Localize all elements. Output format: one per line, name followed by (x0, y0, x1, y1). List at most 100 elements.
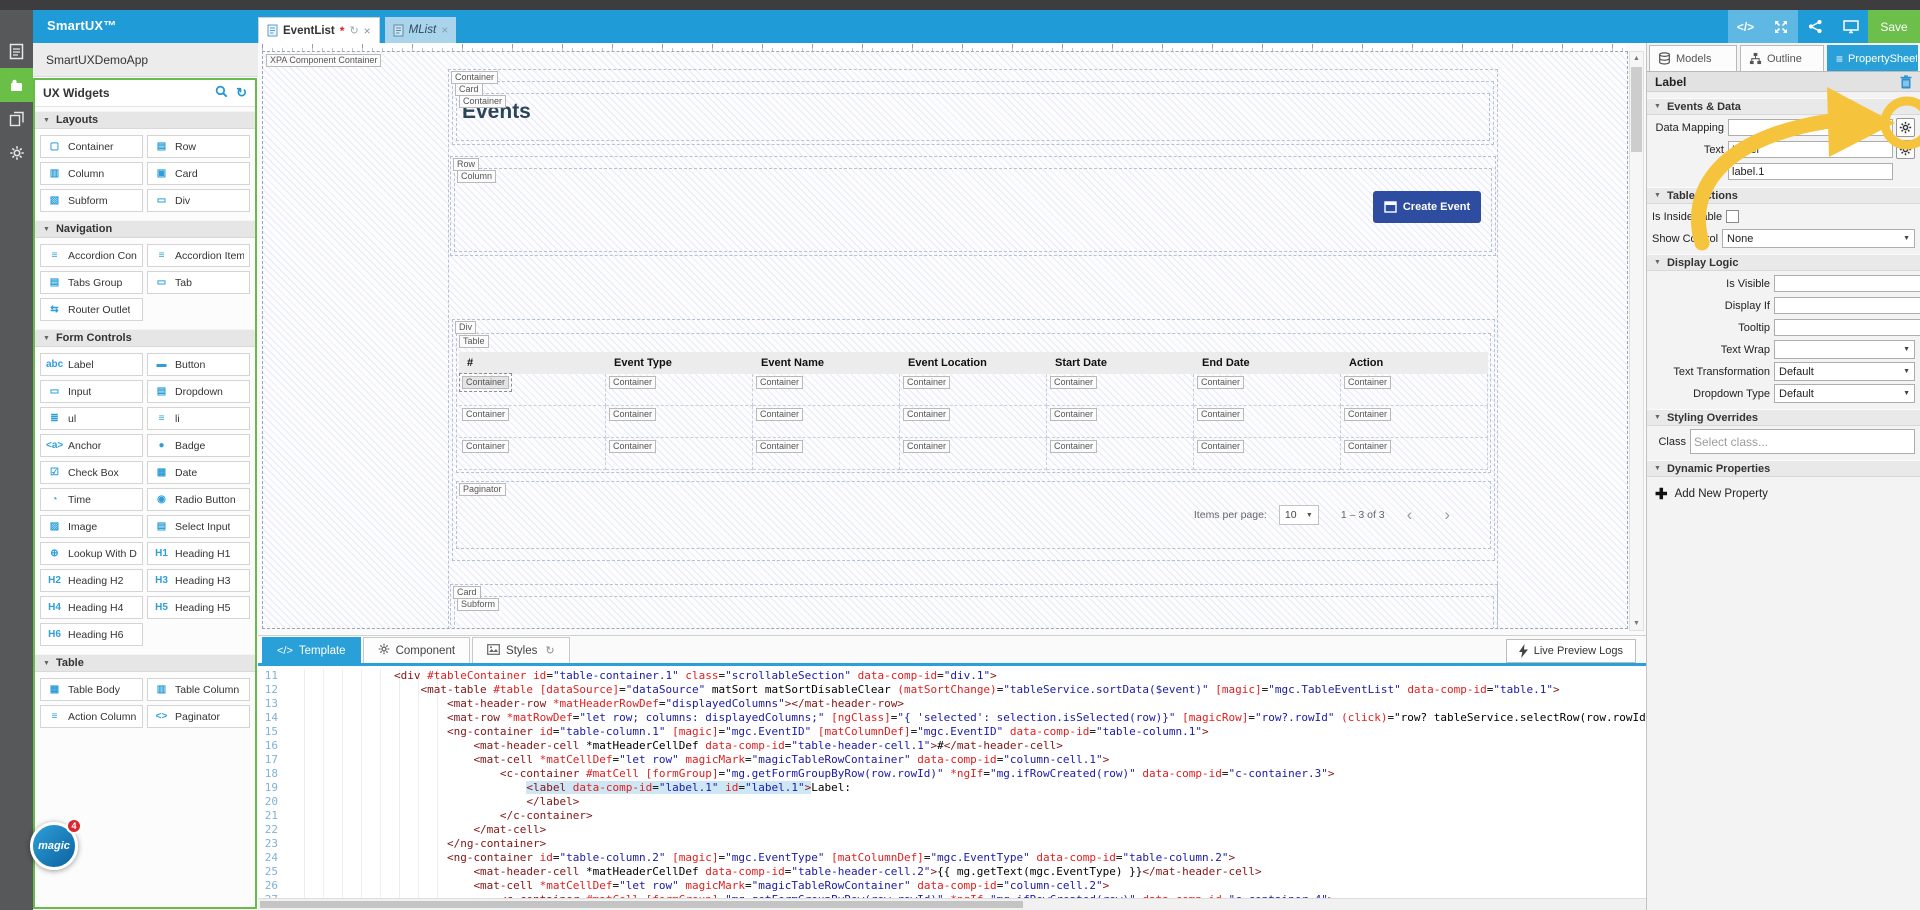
widget-container[interactable]: ▢ Container (40, 135, 143, 158)
container-chip[interactable]: Container (1197, 440, 1245, 453)
widget-heading-h5[interactable]: H5 Heading H5 (147, 596, 250, 619)
text-transformation-select[interactable]: Default ▼ (1774, 362, 1915, 381)
widget-paginator[interactable]: <> Paginator (147, 705, 250, 728)
code-line-17[interactable]: 17 <mat-cell *matCellDef="let row" magic… (258, 753, 1646, 767)
table-header-event-type[interactable]: Event Type (606, 352, 753, 374)
container-chip[interactable]: Container (609, 440, 657, 453)
container-chip[interactable]: Container (903, 376, 951, 389)
live-preview-logs-button[interactable]: Live Preview Logs (1505, 639, 1636, 663)
prop-section-dynamic-properties[interactable]: ▼ Dynamic Properties (1647, 460, 1920, 477)
subform-chip[interactable]: Subform (457, 598, 500, 611)
code-line-14[interactable]: 14 <mat-row *matRowDef="let row; columns… (258, 711, 1646, 725)
table-header-event-location[interactable]: Event Location (900, 352, 1047, 374)
widget-check-box[interactable]: ☑ Check Box (40, 461, 143, 484)
is-inside-table-checkbox[interactable] (1726, 210, 1740, 223)
scroll-down-icon[interactable]: ▼ (1630, 617, 1643, 630)
container-chip[interactable]: Container (1197, 376, 1245, 389)
settings-gear-icon[interactable] (0, 136, 33, 170)
widget-table-column[interactable]: ▥ Table Column (147, 678, 250, 701)
table-cell[interactable]: Container (1047, 438, 1194, 470)
container-chip[interactable]: Container (1197, 408, 1245, 421)
widget-date[interactable]: ▦ Date (147, 461, 250, 484)
table-box[interactable]: Table # Event Type Event Name Event Locatio… (456, 333, 1491, 473)
table-cell[interactable]: Container (1341, 374, 1488, 406)
text-gear-button[interactable] (1896, 140, 1915, 159)
inner-container-box[interactable]: Container (456, 93, 1490, 141)
add-new-property-link[interactable]: ✚ Add New Property (1647, 477, 1920, 511)
widgets-puzzle-icon[interactable] (0, 68, 33, 102)
tab-template[interactable]: </> Template (262, 637, 361, 663)
container-chip[interactable]: Container (462, 408, 510, 421)
class-input[interactable] (1690, 429, 1915, 454)
container-chip[interactable]: Container (756, 440, 804, 453)
table-cell[interactable]: Container (753, 406, 900, 438)
code-line-22[interactable]: 22 </mat-cell> (258, 823, 1646, 837)
widget-badge[interactable]: ● Badge (147, 434, 250, 457)
table-cell[interactable]: Container (753, 374, 900, 406)
container-chip[interactable]: Container (1344, 440, 1392, 453)
container-chip[interactable]: Container (462, 440, 510, 453)
display-if-input[interactable] (1774, 297, 1920, 314)
monitor-icon[interactable] (1833, 10, 1868, 43)
widget-tabs-group[interactable]: ▤ Tabs Group (40, 271, 143, 294)
table-header-[interactable]: # (459, 352, 606, 374)
expand-arrows-icon[interactable] (1763, 10, 1798, 43)
previous-page-icon[interactable]: ‹ (1397, 505, 1423, 525)
pages-icon[interactable] (0, 102, 33, 136)
prop-section-table-actions[interactable]: ▼ Table Actions (1647, 187, 1920, 204)
text-input[interactable] (1728, 141, 1893, 158)
table-header-action[interactable]: Action (1341, 352, 1488, 374)
scroll-up-icon[interactable]: ▲ (1630, 52, 1643, 65)
paginator-box[interactable]: Paginator Items per page: 10 ▼ 1 – 3 of 3… (456, 481, 1491, 549)
tab-models[interactable]: Models (1649, 45, 1737, 71)
is-visible-input[interactable] (1774, 275, 1920, 292)
prop-section-events-data[interactable]: ▼ Events & Data (1647, 98, 1920, 115)
container-chip[interactable]: Container (609, 376, 657, 389)
widget-accordion-item[interactable]: ≡ Accordion Item (147, 244, 250, 267)
widget-subform[interactable]: ▧ Subform (40, 189, 143, 212)
widget-label[interactable]: abc Label (40, 353, 143, 376)
tab-refresh-icon[interactable]: ↻ (349, 24, 358, 37)
widget-select-input[interactable]: ▤ Select Input (147, 515, 250, 538)
container-chip[interactable]: Container (1050, 376, 1098, 389)
widget-div[interactable]: ▭ Div (147, 189, 250, 212)
table-cell[interactable]: Container (1341, 438, 1488, 470)
widget-dropdown[interactable]: ▤ Dropdown (147, 380, 250, 403)
widget-heading-h2[interactable]: H2 Heading H2 (40, 569, 143, 592)
table-header-end-date[interactable]: End Date (1194, 352, 1341, 374)
tab-styles[interactable]: Styles ↻ (472, 637, 570, 663)
canvas-vertical-scrollbar[interactable]: ▲ ▼ (1629, 51, 1644, 631)
container-chip[interactable]: Container (459, 95, 507, 108)
table-cell[interactable]: Container (1047, 406, 1194, 438)
data-mapping-gear-button[interactable] (1896, 118, 1915, 137)
widget-card[interactable]: ▣ Card (147, 162, 250, 185)
container-chip[interactable]: Container (756, 408, 804, 421)
container-chip[interactable]: Container (1344, 376, 1392, 389)
widget-image[interactable]: ▨ Image (40, 515, 143, 538)
container-chip[interactable]: Container (609, 408, 657, 421)
code-line-24[interactable]: 24 <ng-container id="table-column.2" [ma… (258, 851, 1646, 865)
create-event-button[interactable]: Create Event (1373, 191, 1481, 223)
tab-eventlist[interactable]: EventList * ↻ × (258, 17, 380, 43)
code-line-19[interactable]: 19 <label data-comp-id="label.1" id="lab… (258, 781, 1646, 795)
widget-ul[interactable]: ≣ ul (40, 407, 143, 430)
div-chip[interactable]: Div (455, 321, 476, 334)
table-cell[interactable]: Container (900, 374, 1047, 406)
widget-row[interactable]: ▤ Row (147, 135, 250, 158)
code-view-button[interactable]: </> (1728, 10, 1763, 43)
tab-outline[interactable]: Outline (1740, 45, 1824, 71)
page-size-select[interactable]: 10 ▼ (1278, 505, 1319, 525)
container-chip[interactable]: Container (1050, 440, 1098, 453)
scrollbar-thumb[interactable] (260, 901, 1024, 908)
selected-container-chip[interactable]: Container (458, 373, 513, 392)
paginator-chip[interactable]: Paginator (459, 483, 506, 496)
widget-time[interactable]: ◔ Time (40, 488, 143, 511)
section-header-table[interactable]: ▼ Table (35, 654, 255, 672)
table-cell[interactable]: Container (606, 374, 753, 406)
table-cell[interactable]: Container (1194, 406, 1341, 438)
trash-icon[interactable] (1900, 74, 1912, 89)
table-cell[interactable]: Container (606, 438, 753, 470)
widget-accordion-conta[interactable]: ≡Accordion Conta... (40, 244, 143, 267)
table-cell[interactable]: Container (458, 373, 606, 406)
dropdown-type-select[interactable]: Default ▼ (1774, 384, 1915, 403)
